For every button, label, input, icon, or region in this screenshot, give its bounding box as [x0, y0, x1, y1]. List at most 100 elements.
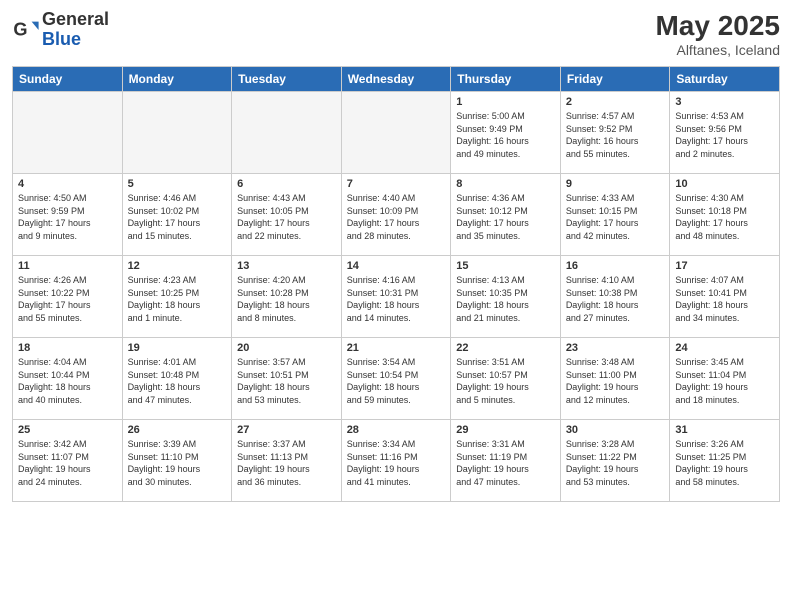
day-info: Sunrise: 3:57 AM Sunset: 10:51 PM Daylig…	[237, 356, 336, 406]
day-cell: 20 Sunrise: 3:57 AM Sunset: 10:51 PM Dayl…	[232, 338, 342, 420]
page-container: G General Blue May 2025 Alftanes, Icelan…	[0, 0, 792, 510]
col-sunday: Sunday	[13, 67, 123, 92]
week-row-4: 18Sunrise: 4:04 AM Sunset: 10:44 PM Dayl…	[13, 338, 780, 420]
day-number: 23	[566, 342, 665, 354]
day-cell: 16Sunrise: 4:10 AM Sunset: 10:38 PM Dayl…	[560, 256, 670, 338]
col-thursday: Thursday	[451, 67, 561, 92]
week-row-1: 1 Sunrise: 5:00 AM Sunset: 9:49 PM Daylig…	[13, 92, 780, 174]
calendar-table: Sunday Monday Tuesday Wednesday Thursday…	[12, 66, 780, 502]
day-number: 17	[675, 260, 774, 272]
day-number: 10	[675, 178, 774, 190]
day-cell	[232, 92, 342, 174]
day-cell: 19 Sunrise: 4:01 AM Sunset: 10:48 PM Dayl…	[122, 338, 232, 420]
day-info: Sunrise: 4:26 AM Sunset: 10:22 PM Daylig…	[18, 274, 117, 324]
day-info: Sunrise: 5:00 AM Sunset: 9:49 PM Dayligh…	[456, 110, 555, 160]
day-info: Sunrise: 4:43 AM Sunset: 10:05 PM Daylig…	[237, 192, 336, 242]
day-info: Sunrise: 4:53 AM Sunset: 9:56 PM Dayligh…	[675, 110, 774, 160]
day-cell	[122, 92, 232, 174]
location: Alftanes, Iceland	[655, 42, 780, 58]
day-info: Sunrise: 3:42 AM Sunset: 11:07 PM Daylig…	[18, 438, 117, 488]
day-cell: 27 Sunrise: 3:37 AM Sunset: 11:13 PM Dayl…	[232, 420, 342, 502]
day-cell: 13 Sunrise: 4:20 AM Sunset: 10:28 PM Dayl…	[232, 256, 342, 338]
day-info: Sunrise: 4:30 AM Sunset: 10:18 PM Daylig…	[675, 192, 774, 242]
day-cell	[13, 92, 123, 174]
day-number: 24	[675, 342, 774, 354]
day-info: Sunrise: 4:33 AM Sunset: 10:15 PM Daylig…	[566, 192, 665, 242]
day-cell: 10 Sunrise: 4:30 AM Sunset: 10:18 PM Dayl…	[670, 174, 780, 256]
day-info: Sunrise: 4:57 AM Sunset: 9:52 PM Dayligh…	[566, 110, 665, 160]
day-number: 26	[128, 424, 227, 436]
day-cell: 17 Sunrise: 4:07 AM Sunset: 10:41 PM Dayl…	[670, 256, 780, 338]
week-row-2: 4 Sunrise: 4:50 AM Sunset: 9:59 PM Daylig…	[13, 174, 780, 256]
day-number: 18	[18, 342, 117, 354]
calendar-header: Sunday Monday Tuesday Wednesday Thursday…	[13, 67, 780, 92]
day-number: 29	[456, 424, 555, 436]
logo: G General Blue	[12, 10, 109, 50]
day-number: 11	[18, 260, 117, 272]
day-info: Sunrise: 3:39 AM Sunset: 11:10 PM Daylig…	[128, 438, 227, 488]
day-cell	[341, 92, 451, 174]
day-cell: 23Sunrise: 3:48 AM Sunset: 11:00 PM Dayl…	[560, 338, 670, 420]
day-cell: 15 Sunrise: 4:13 AM Sunset: 10:35 PM Dayl…	[451, 256, 561, 338]
day-info: Sunrise: 4:16 AM Sunset: 10:31 PM Daylig…	[347, 274, 446, 324]
day-info: Sunrise: 4:46 AM Sunset: 10:02 PM Daylig…	[128, 192, 227, 242]
day-number: 25	[18, 424, 117, 436]
day-number: 4	[18, 178, 117, 190]
calendar-body: 1 Sunrise: 5:00 AM Sunset: 9:49 PM Daylig…	[13, 92, 780, 502]
day-number: 3	[675, 96, 774, 108]
day-info: Sunrise: 4:40 AM Sunset: 10:09 PM Daylig…	[347, 192, 446, 242]
day-info: Sunrise: 4:01 AM Sunset: 10:48 PM Daylig…	[128, 356, 227, 406]
day-info: Sunrise: 3:37 AM Sunset: 11:13 PM Daylig…	[237, 438, 336, 488]
day-number: 20	[237, 342, 336, 354]
day-number: 31	[675, 424, 774, 436]
day-cell: 11 Sunrise: 4:26 AM Sunset: 10:22 PM Dayl…	[13, 256, 123, 338]
day-info: Sunrise: 3:51 AM Sunset: 10:57 PM Daylig…	[456, 356, 555, 406]
day-number: 5	[128, 178, 227, 190]
day-number: 16	[566, 260, 665, 272]
day-cell: 8Sunrise: 4:36 AM Sunset: 10:12 PM Dayli…	[451, 174, 561, 256]
day-number: 30	[566, 424, 665, 436]
day-number: 2	[566, 96, 665, 108]
day-info: Sunrise: 3:26 AM Sunset: 11:25 PM Daylig…	[675, 438, 774, 488]
day-number: 6	[237, 178, 336, 190]
title-block: May 2025 Alftanes, Iceland	[655, 10, 780, 58]
day-info: Sunrise: 4:20 AM Sunset: 10:28 PM Daylig…	[237, 274, 336, 324]
col-tuesday: Tuesday	[232, 67, 342, 92]
day-info: Sunrise: 4:13 AM Sunset: 10:35 PM Daylig…	[456, 274, 555, 324]
col-saturday: Saturday	[670, 67, 780, 92]
day-cell: 28 Sunrise: 3:34 AM Sunset: 11:16 PM Dayl…	[341, 420, 451, 502]
day-info: Sunrise: 3:34 AM Sunset: 11:16 PM Daylig…	[347, 438, 446, 488]
day-info: Sunrise: 4:07 AM Sunset: 10:41 PM Daylig…	[675, 274, 774, 324]
week-row-5: 25 Sunrise: 3:42 AM Sunset: 11:07 PM Dayl…	[13, 420, 780, 502]
day-number: 13	[237, 260, 336, 272]
day-cell: 4 Sunrise: 4:50 AM Sunset: 9:59 PM Daylig…	[13, 174, 123, 256]
svg-text:G: G	[13, 19, 27, 39]
day-number: 9	[566, 178, 665, 190]
week-row-3: 11 Sunrise: 4:26 AM Sunset: 10:22 PM Dayl…	[13, 256, 780, 338]
day-number: 19	[128, 342, 227, 354]
header-row: Sunday Monday Tuesday Wednesday Thursday…	[13, 67, 780, 92]
day-number: 21	[347, 342, 446, 354]
day-cell: 18Sunrise: 4:04 AM Sunset: 10:44 PM Dayl…	[13, 338, 123, 420]
logo-icon: G	[12, 16, 40, 44]
day-cell: 25 Sunrise: 3:42 AM Sunset: 11:07 PM Dayl…	[13, 420, 123, 502]
day-cell: 29 Sunrise: 3:31 AM Sunset: 11:19 PM Dayl…	[451, 420, 561, 502]
day-number: 27	[237, 424, 336, 436]
day-cell: 26 Sunrise: 3:39 AM Sunset: 11:10 PM Dayl…	[122, 420, 232, 502]
day-cell: 12Sunrise: 4:23 AM Sunset: 10:25 PM Dayl…	[122, 256, 232, 338]
day-info: Sunrise: 4:50 AM Sunset: 9:59 PM Dayligh…	[18, 192, 117, 242]
day-info: Sunrise: 4:23 AM Sunset: 10:25 PM Daylig…	[128, 274, 227, 324]
day-info: Sunrise: 3:45 AM Sunset: 11:04 PM Daylig…	[675, 356, 774, 406]
logo-text: General Blue	[42, 10, 109, 50]
day-number: 15	[456, 260, 555, 272]
day-cell: 31 Sunrise: 3:26 AM Sunset: 11:25 PM Dayl…	[670, 420, 780, 502]
day-number: 8	[456, 178, 555, 190]
day-info: Sunrise: 3:31 AM Sunset: 11:19 PM Daylig…	[456, 438, 555, 488]
day-cell: 14Sunrise: 4:16 AM Sunset: 10:31 PM Dayl…	[341, 256, 451, 338]
day-number: 1	[456, 96, 555, 108]
day-cell: 7Sunrise: 4:40 AM Sunset: 10:09 PM Dayli…	[341, 174, 451, 256]
logo-blue: Blue	[42, 30, 109, 50]
col-monday: Monday	[122, 67, 232, 92]
day-number: 28	[347, 424, 446, 436]
col-friday: Friday	[560, 67, 670, 92]
